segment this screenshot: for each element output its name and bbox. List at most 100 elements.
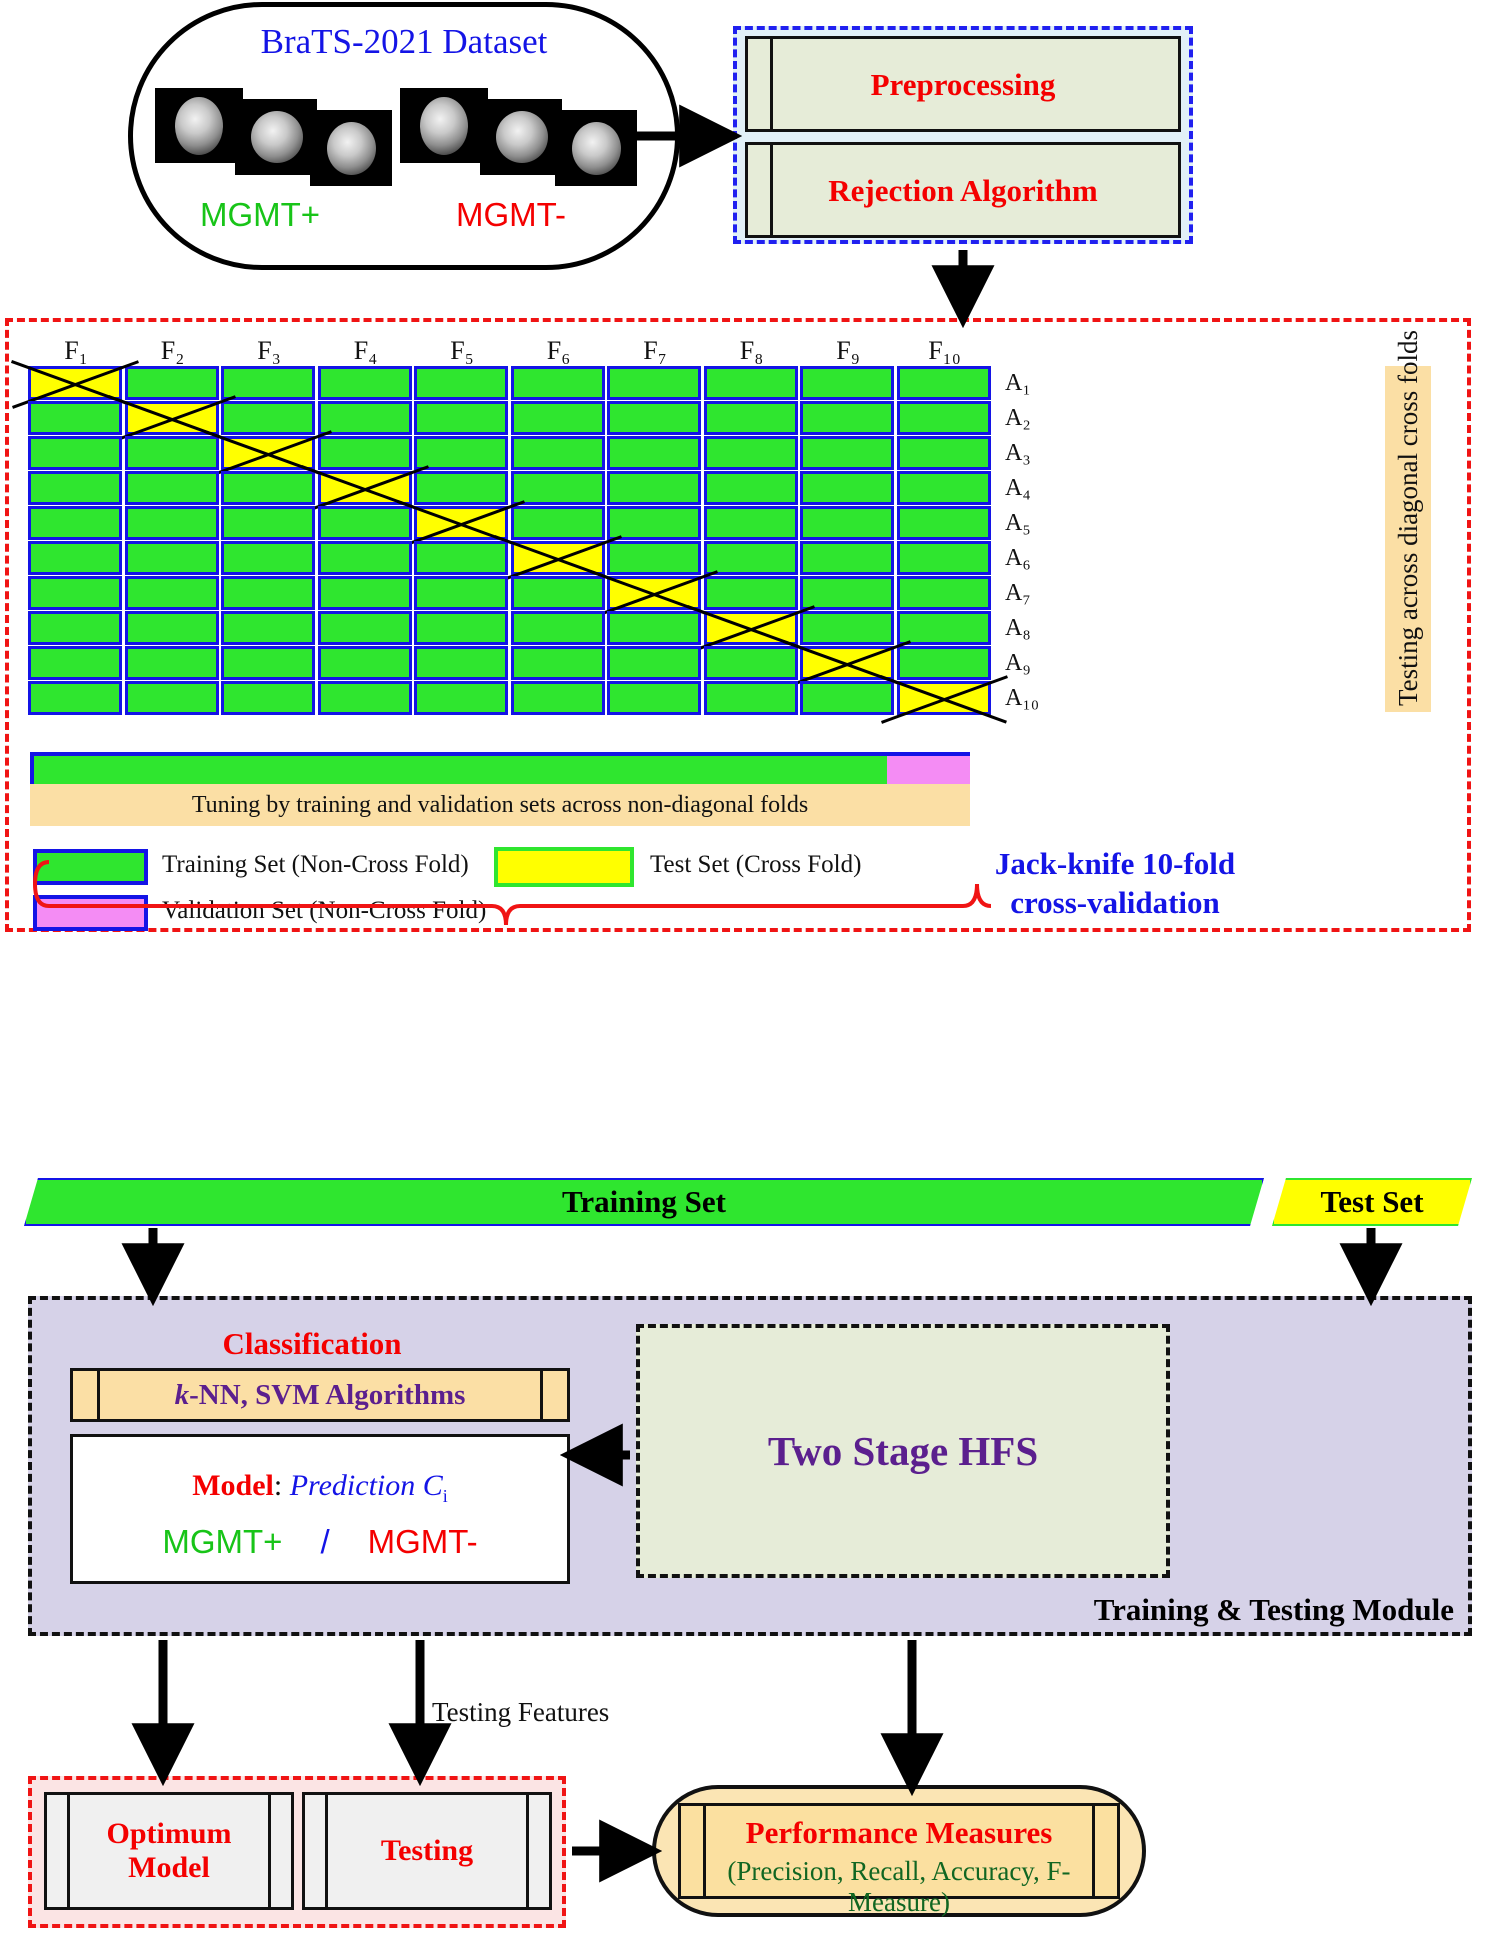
cv-cell-training <box>510 471 605 505</box>
testing-features-label: Testing Features <box>432 1697 610 1727</box>
model-box: Model: Prediction Ci MGMT+ / MGMT- <box>70 1434 570 1584</box>
cv-cell-training <box>221 576 315 610</box>
cv-cell-training <box>221 681 315 715</box>
banner-training-set: Training Set <box>24 1178 1264 1226</box>
preprocessing-label: Preprocessing <box>870 67 1056 102</box>
cv-cell-training <box>800 401 894 435</box>
performance-title: Performance Measures <box>745 1815 1053 1850</box>
cv-cell-training <box>28 681 122 715</box>
cv-cell-training <box>510 366 605 400</box>
cv-cell-training <box>703 401 798 435</box>
cv-cell-training <box>414 541 508 575</box>
legend-label-training: Training Set (Non-Cross Fold) <box>162 851 469 878</box>
cv-cell-training <box>703 681 798 715</box>
performance-metrics: (Precision, Recall, Accuracy, F-Measure) <box>727 1856 1071 1917</box>
cv-cell-training <box>607 436 701 470</box>
performance-inner: Performance Measures (Precision, Recall,… <box>678 1803 1120 1917</box>
cv-cell-training <box>28 436 122 470</box>
cv-cell-training <box>414 681 508 715</box>
cv-cell-training <box>896 611 991 645</box>
cv-cell-training <box>800 611 894 645</box>
optimum-model-box: Optimum Model <box>44 1792 294 1910</box>
cv-cell-training <box>124 471 219 505</box>
cv-cell-training <box>607 646 701 680</box>
row-header: A₆ <box>1005 545 1031 571</box>
row-header: A₈ <box>1005 615 1031 641</box>
cv-cell-training <box>510 506 605 540</box>
cv-cell-training <box>124 541 219 575</box>
legend-label-validation: Validation Set (Non-Cross Fold) <box>162 897 487 924</box>
cv-cell-training <box>703 541 798 575</box>
cv-cell-training <box>221 506 315 540</box>
cv-cell-training <box>510 576 605 610</box>
testing-label: Testing <box>380 1833 474 1867</box>
cv-cell-training <box>896 366 991 400</box>
cv-cell-training <box>317 646 412 680</box>
cv-cell-training <box>800 471 894 505</box>
cv-cell-training <box>221 611 315 645</box>
preprocessing-container: Preprocessing Rejection Algorithm <box>733 26 1193 244</box>
cv-cell-training <box>607 611 701 645</box>
cv-cell-training <box>607 681 701 715</box>
cv-cell-training <box>703 436 798 470</box>
algorithms-box: k-NN, SVM Algorithms <box>70 1368 570 1422</box>
cv-cell-training <box>896 401 991 435</box>
cv-cell-training <box>414 366 508 400</box>
cv-cell-training <box>607 541 701 575</box>
tuning-caption: Tuning by training and validation sets a… <box>30 784 970 826</box>
cv-cell-training <box>800 436 894 470</box>
cv-cell-training <box>28 541 122 575</box>
cv-cell-training <box>28 646 122 680</box>
legend-swatch-validation <box>33 895 148 931</box>
cv-cell-training <box>317 436 412 470</box>
cv-cell-training <box>124 681 219 715</box>
model-value: Prediction C <box>289 1469 443 1502</box>
mri-slice <box>310 110 392 186</box>
cv-cell-training <box>510 401 605 435</box>
cv-cell-training <box>510 646 605 680</box>
connector-overlay <box>33 104 1403 1883</box>
cv-cell-training <box>414 401 508 435</box>
mri-slice <box>235 99 317 175</box>
cv-cell-training <box>896 471 991 505</box>
legend-swatch-test <box>494 847 634 887</box>
row-header: A₄ <box>1005 475 1031 501</box>
model-sep: : <box>273 1469 290 1502</box>
diagonal-folds-band: Testing across diagonal cross folds <box>1385 330 1431 712</box>
cv-cell-training <box>124 436 219 470</box>
cv-cell-training <box>607 366 701 400</box>
cv-cell-training <box>414 576 508 610</box>
optimum-model-line2: Model <box>128 1851 210 1884</box>
cv-cell-training <box>124 611 219 645</box>
classification-title: Classification <box>222 1326 402 1361</box>
cv-cell-training <box>414 611 508 645</box>
cv-cell-training <box>221 401 315 435</box>
model-prefix: Model <box>192 1469 274 1502</box>
cv-cell-training <box>896 436 991 470</box>
model-out-sep: / <box>320 1523 330 1560</box>
mri-slice <box>400 88 488 163</box>
cv-cell-training <box>703 506 798 540</box>
optimum-model-label: Optimum Model <box>106 1817 231 1886</box>
mri-slice <box>155 88 243 163</box>
cv-cell-training <box>607 401 701 435</box>
model-out-positive: MGMT+ <box>162 1523 283 1560</box>
dataset-title: BraTS-2021 Dataset <box>260 22 548 61</box>
cv-cell-training <box>607 471 701 505</box>
diagonal-folds-text: Testing across diagonal cross folds <box>1393 329 1423 706</box>
cv-cell-training <box>28 506 122 540</box>
cv-cell-training <box>221 471 315 505</box>
module-label: Training & Testing Module <box>1093 1592 1454 1627</box>
mgmt-negative-image-group <box>400 88 637 186</box>
algorithms-k: k <box>174 1378 190 1411</box>
label-mgmt-positive: MGMT+ <box>200 196 321 233</box>
testing-box: Testing <box>302 1792 552 1910</box>
cv-cell-training <box>317 366 412 400</box>
cv-cell-training <box>124 576 219 610</box>
row-header: A₇ <box>1005 580 1031 606</box>
cv-cell-training <box>317 611 412 645</box>
cv-cell-training <box>28 471 122 505</box>
cv-cell-training <box>124 366 219 400</box>
legend-swatch-training <box>33 849 148 885</box>
mri-slice <box>480 99 562 175</box>
